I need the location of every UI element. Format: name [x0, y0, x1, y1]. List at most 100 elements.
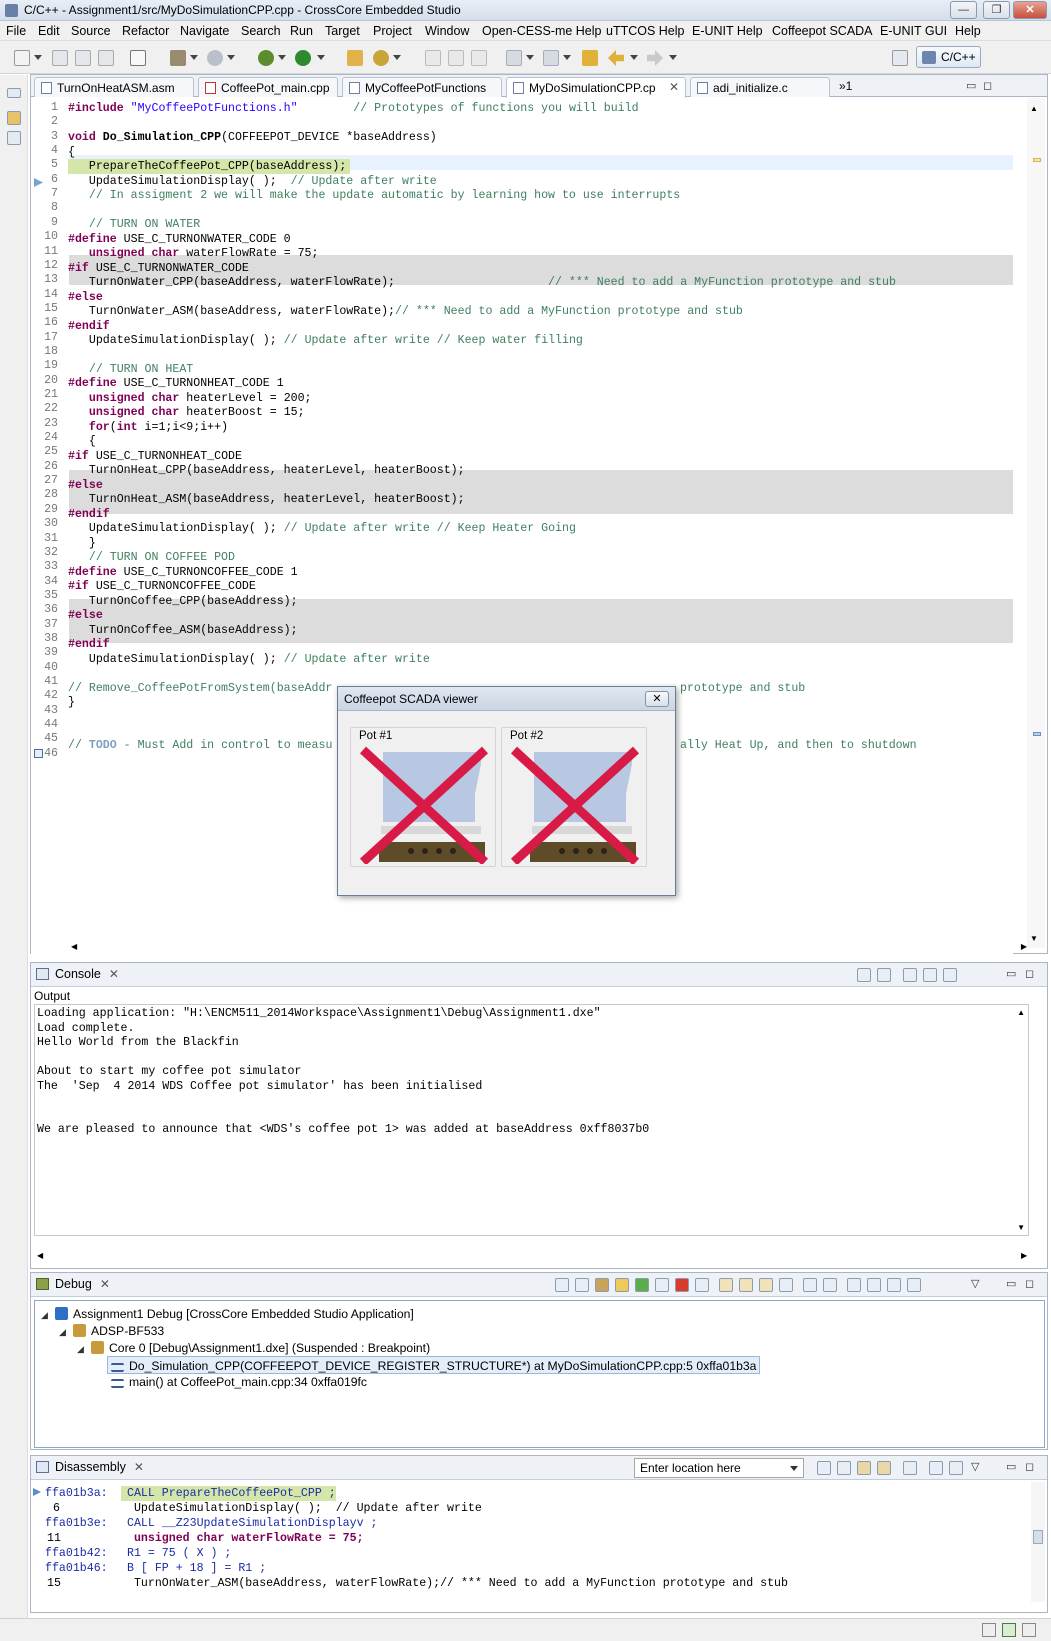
maximize-disassembly-icon[interactable]: ◻ [1025, 1460, 1034, 1473]
run-icon[interactable] [295, 50, 311, 66]
menu-edit[interactable]: Edit [38, 24, 60, 38]
menu-e-unit-help[interactable]: E-UNIT Help [692, 24, 763, 38]
annotation-icon[interactable] [425, 50, 441, 66]
stack-frame-selected[interactable]: Do_Simulation_CPP(COFFEEPOT_DEVICE_REGIS… [107, 1356, 761, 1374]
collapse-arrow-icon[interactable]: ◢ [77, 1340, 87, 1358]
editor-horizontal-scrollbar[interactable]: ◀ ▶ [69, 942, 1027, 954]
refresh-icon[interactable] [903, 1461, 917, 1475]
menu-help[interactable]: Help [955, 24, 981, 38]
menu-coffeepot-scada[interactable]: Coffeepot SCADA [772, 24, 873, 38]
disassembly-vertical-scrollbar[interactable] [1031, 1482, 1045, 1602]
pin-console-icon[interactable] [903, 968, 917, 982]
tree-node-core[interactable]: ◢ Core 0 [Debug\Assignment1.dxe] (Suspend… [77, 1339, 430, 1357]
console-scroll-down-icon[interactable]: ▼ [1017, 1223, 1025, 1232]
close-console-icon[interactable]: ✕ [109, 967, 119, 981]
minimize-debug-icon[interactable]: ▭ [1006, 1277, 1016, 1290]
debug-view-menu-icon[interactable]: ▽ [971, 1277, 979, 1290]
disconnect-icon[interactable] [695, 1278, 709, 1292]
open-folder-icon[interactable] [347, 50, 363, 66]
tab-console[interactable]: Console ✕ [31, 963, 119, 985]
minimize-console-icon[interactable]: ▭ [1006, 967, 1016, 980]
close-tab-icon[interactable]: ✕ [669, 80, 679, 94]
mark-occurrences-icon[interactable] [448, 50, 464, 66]
disassembly-view-menu-icon[interactable]: ▽ [971, 1460, 979, 1473]
step-into-icon[interactable] [719, 1278, 733, 1292]
status-icon-1[interactable] [982, 1623, 996, 1637]
open-console-icon[interactable] [943, 968, 957, 982]
perspective-button[interactable]: C/C++ [916, 46, 981, 68]
menu-file[interactable]: File [6, 24, 26, 38]
menu-refactor[interactable]: Refactor [122, 24, 169, 38]
close-button[interactable]: ✕ [1013, 1, 1047, 19]
remove-terminated-icon[interactable] [555, 1278, 569, 1292]
menu-e-unit-gui[interactable]: E-UNIT GUI [880, 24, 947, 38]
open-perspective-icon[interactable] [892, 50, 908, 66]
scroll-left-icon[interactable]: ◀ [71, 942, 77, 951]
drop-to-frame-icon[interactable] [779, 1278, 793, 1292]
next-annotation-icon[interactable] [506, 50, 522, 66]
prev-annotation-icon[interactable] [543, 50, 559, 66]
thread-icon[interactable] [867, 1278, 881, 1292]
menu-source[interactable]: Source [71, 24, 111, 38]
debug-bug-icon[interactable] [258, 50, 274, 66]
cpp-projects-icon[interactable] [7, 131, 21, 145]
disassembly-listing[interactable]: ffa01b3a: CALL PrepareTheCoffeePot_CPP ;… [31, 1482, 1029, 1602]
copy-stack-icon[interactable] [847, 1278, 861, 1292]
step-over-icon[interactable] [739, 1278, 753, 1292]
group-icon[interactable] [887, 1278, 901, 1292]
tree-node-processor[interactable]: ◢ ADSP-BF533 [59, 1322, 164, 1340]
clear-console-icon[interactable] [857, 968, 871, 982]
menu-uttcos-help[interactable]: uTTCOS Help [606, 24, 685, 38]
minimize-editor-icon[interactable]: ▭ [966, 79, 976, 92]
connect-icon[interactable] [575, 1278, 589, 1292]
scroll-right-icon[interactable]: ▶ [1021, 942, 1027, 951]
tab-coffeepot-main[interactable]: CoffeePot_main.cpp [198, 77, 338, 97]
pin-disassembly-icon[interactable] [929, 1461, 943, 1475]
gear-dropdown-icon[interactable] [227, 55, 235, 60]
close-debug-icon[interactable]: ✕ [100, 1277, 110, 1291]
tree-node-launch[interactable]: ◢ Assignment1 Debug [CrossCore Embedded S… [41, 1305, 414, 1323]
menu-window[interactable]: Window [425, 24, 469, 38]
save-icon[interactable] [52, 50, 68, 66]
resume-icon[interactable] [635, 1278, 649, 1292]
forward-dropdown-icon[interactable] [669, 55, 677, 60]
console-scroll-left-icon[interactable]: ◀ [37, 1251, 43, 1260]
save-all-icon[interactable] [75, 50, 91, 66]
stack-frame[interactable]: main() at CoffeePot_main.cpp:34 0xffa019… [111, 1373, 367, 1391]
console-scroll-up-icon[interactable]: ▲ [1017, 1008, 1025, 1017]
build-dropdown-icon[interactable] [190, 55, 198, 60]
instruction-stepping-icon[interactable] [803, 1278, 817, 1292]
link-source-icon[interactable] [857, 1461, 871, 1475]
task-overview-marker[interactable] [1033, 732, 1041, 736]
location-input[interactable]: Enter location here [634, 1458, 804, 1478]
next-annotation-dropdown-icon[interactable] [526, 55, 534, 60]
print-icon[interactable] [98, 50, 114, 66]
tab-mycoffeepotfunctions[interactable]: MyCoffeePotFunctions [342, 77, 502, 97]
console-output[interactable]: Loading application: "H:\ENCM511_2014Wor… [34, 1004, 1029, 1236]
search-dropdown-icon[interactable] [393, 55, 401, 60]
search-tool-icon[interactable] [373, 50, 389, 66]
maximize-console-icon[interactable]: ◻ [1025, 967, 1034, 980]
scada-close-button[interactable]: ✕ [645, 691, 669, 707]
tab-debug[interactable]: Debug ✕ [31, 1273, 110, 1295]
hammer-icon[interactable] [170, 50, 186, 66]
maximize-button[interactable]: ❐ [983, 1, 1010, 19]
show-whitespace-icon[interactable] [471, 50, 487, 66]
build-icon[interactable] [130, 50, 146, 66]
menu-navigate[interactable]: Navigate [180, 24, 229, 38]
minimize-button[interactable]: — [950, 1, 977, 19]
location-dropdown-icon[interactable] [790, 1466, 798, 1471]
scada-title-bar[interactable]: Coffeepot SCADA viewer ✕ [338, 687, 675, 711]
status-icon-2[interactable] [1002, 1623, 1016, 1637]
maximize-editor-icon[interactable]: ◻ [983, 79, 992, 92]
gear-icon[interactable] [207, 50, 223, 66]
disassembly-scroll-thumb[interactable] [1033, 1530, 1043, 1544]
step-return-icon[interactable] [759, 1278, 773, 1292]
menu-run[interactable]: Run [290, 24, 313, 38]
menu-project[interactable]: Project [373, 24, 412, 38]
status-icon-3[interactable] [1022, 1623, 1036, 1637]
annotation-marker[interactable] [1033, 158, 1041, 162]
open-new-view-icon[interactable] [949, 1461, 963, 1475]
restore-view-icon[interactable] [7, 88, 21, 98]
use-step-filters-icon[interactable] [823, 1278, 837, 1292]
